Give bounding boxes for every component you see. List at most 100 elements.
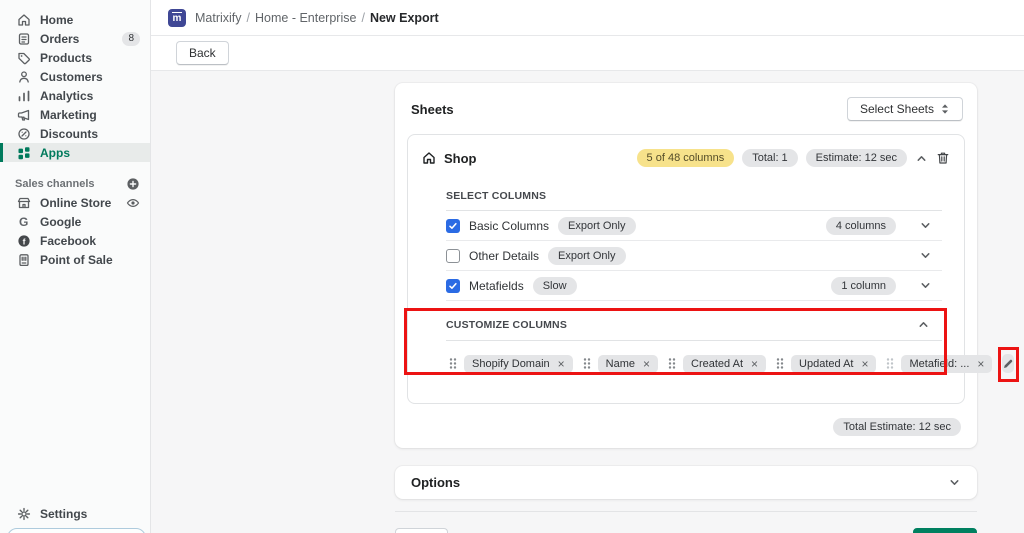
column-tag-label: Updated At — [799, 358, 853, 370]
drag-handle-icon[interactable] — [668, 357, 676, 370]
expand-row-button[interactable] — [919, 219, 932, 232]
basic-columns-checkbox[interactable] — [446, 219, 460, 233]
metafields-checkbox[interactable] — [446, 279, 460, 293]
plus-circle-icon — [126, 177, 140, 191]
column-count-badge: 1 column — [831, 277, 896, 295]
sidebar-item-label: Settings — [40, 507, 87, 521]
svg-text:f: f — [23, 236, 26, 246]
column-tag-group: Name× — [583, 355, 658, 373]
remove-tag-button[interactable]: × — [643, 359, 650, 369]
sidebar-item-customers[interactable]: Customers — [0, 67, 150, 86]
sidebar-item-orders[interactable]: Orders 8 — [0, 29, 150, 48]
partial-card-outline — [7, 528, 146, 533]
expand-options-button[interactable] — [948, 476, 961, 489]
expand-row-button[interactable] — [919, 279, 932, 292]
main-area: m Matrixify / Home - Enterprise / New Ex… — [151, 0, 1024, 533]
breadcrumb-current: New Export — [370, 11, 439, 25]
column-tag-group: Created At× — [668, 355, 766, 373]
drag-handle-icon[interactable] — [776, 357, 784, 370]
select-sheets-label: Select Sheets — [860, 102, 934, 116]
sidebar-item-settings[interactable]: Settings — [0, 504, 150, 523]
sidebar-item-label: Google — [40, 215, 81, 229]
select-sheets-button[interactable]: Select Sheets — [847, 97, 963, 121]
column-tag-group: Updated At × — [776, 355, 876, 373]
google-icon: G — [17, 215, 31, 229]
trash-icon — [936, 151, 950, 165]
sidebar-item-facebook[interactable]: f Facebook — [0, 231, 150, 250]
expand-row-button[interactable] — [919, 249, 932, 262]
breadcrumb-separator: / — [247, 11, 250, 25]
collapse-sheet-button[interactable] — [915, 152, 928, 165]
sidebar-item-home[interactable]: Home — [0, 10, 150, 29]
customers-icon — [17, 70, 31, 84]
breadcrumb-section[interactable]: Home - Enterprise — [255, 11, 356, 25]
column-tag-label: Shopify Domain — [472, 358, 550, 370]
breadcrumb-app[interactable]: Matrixify — [195, 11, 242, 25]
matrixify-logo-glyph: m — [172, 12, 183, 24]
sidebar-item-google[interactable]: G Google — [0, 212, 150, 231]
topbar: m Matrixify / Home - Enterprise / New Ex… — [151, 0, 1024, 36]
footer-actions: Back Export — [395, 528, 977, 533]
remove-tag-button[interactable]: × — [861, 359, 868, 369]
sidebar-item-label: Discounts — [40, 127, 98, 141]
column-tag-label: Metafield: ... — [909, 358, 969, 370]
options-card[interactable]: Options — [395, 466, 977, 499]
select-columns-title: SELECT COLUMNS — [446, 190, 942, 211]
sales-channels-title: Sales channels — [15, 178, 95, 190]
matrixify-logo: m — [168, 9, 186, 27]
column-row-other-details: Other Details Export Only — [446, 241, 942, 271]
column-tag: Metafield: ... × — [901, 355, 992, 373]
delete-sheet-button[interactable] — [936, 151, 950, 165]
sidebar-item-label: Home — [40, 13, 73, 27]
column-row-basic-columns: Basic Columns Export Only 4 columns — [446, 211, 942, 241]
sidebar-item-label: Apps — [40, 146, 70, 160]
drag-handle-icon[interactable] — [583, 357, 591, 370]
svg-text:G: G — [19, 215, 28, 229]
footer-divider — [395, 511, 977, 512]
page-toolbar: Back — [151, 36, 1024, 71]
marketing-icon — [17, 108, 31, 122]
chevron-down-icon — [919, 279, 932, 292]
analytics-icon — [17, 89, 31, 103]
export-button[interactable]: Export — [913, 528, 977, 533]
column-tag-group: Shopify Domain × — [449, 355, 573, 373]
edit-metafield-button[interactable] — [1002, 354, 1014, 373]
drag-handle-icon[interactable] — [449, 357, 457, 370]
chevron-up-icon — [915, 152, 928, 165]
export-only-badge: Export Only — [548, 247, 625, 265]
sidebar-item-online-store[interactable]: Online Store — [0, 193, 150, 212]
other-details-checkbox[interactable] — [446, 249, 460, 263]
column-tag: Updated At × — [791, 355, 876, 373]
total-estimate-badge: Total Estimate: 12 sec — [833, 418, 961, 436]
collapse-customize-button[interactable] — [917, 318, 930, 331]
sidebar-item-discounts[interactable]: Discounts — [0, 124, 150, 143]
sidebar-item-label: Orders — [40, 32, 79, 46]
add-sales-channel-button[interactable] — [126, 177, 140, 191]
drag-handle-icon[interactable] — [886, 357, 894, 370]
remove-tag-button[interactable]: × — [558, 359, 565, 369]
back-button-top[interactable]: Back — [176, 41, 229, 65]
sidebar-item-point-of-sale[interactable]: Point of Sale — [0, 250, 150, 269]
total-badge: Total: 1 — [742, 149, 797, 167]
sheets-card: Sheets Select Sheets Shop 5 of 48 column — [395, 83, 977, 448]
back-button-bottom[interactable]: Back — [395, 528, 448, 533]
checkmark-icon — [448, 221, 458, 231]
facebook-icon: f — [17, 234, 31, 248]
customize-columns-title: CUSTOMIZE COLUMNS — [446, 319, 567, 331]
column-row-label: Metafields — [469, 279, 524, 293]
column-row-label: Other Details — [469, 249, 539, 263]
remove-tag-button[interactable]: × — [751, 359, 758, 369]
checkmark-icon — [448, 281, 458, 291]
breadcrumb-separator: / — [361, 11, 364, 25]
sidebar-item-analytics[interactable]: Analytics — [0, 86, 150, 105]
shop-home-icon — [422, 151, 436, 165]
sort-arrows-icon — [940, 103, 950, 115]
sheets-title: Sheets — [411, 102, 454, 117]
sidebar-item-products[interactable]: Products — [0, 48, 150, 67]
remove-tag-button[interactable]: × — [977, 359, 984, 369]
sidebar-item-apps[interactable]: Apps — [0, 143, 150, 162]
slow-badge: Slow — [533, 277, 577, 295]
sidebar-item-marketing[interactable]: Marketing — [0, 105, 150, 124]
view-online-store-button[interactable] — [126, 196, 140, 210]
column-tag-group: Metafield: ... × — [886, 355, 992, 373]
